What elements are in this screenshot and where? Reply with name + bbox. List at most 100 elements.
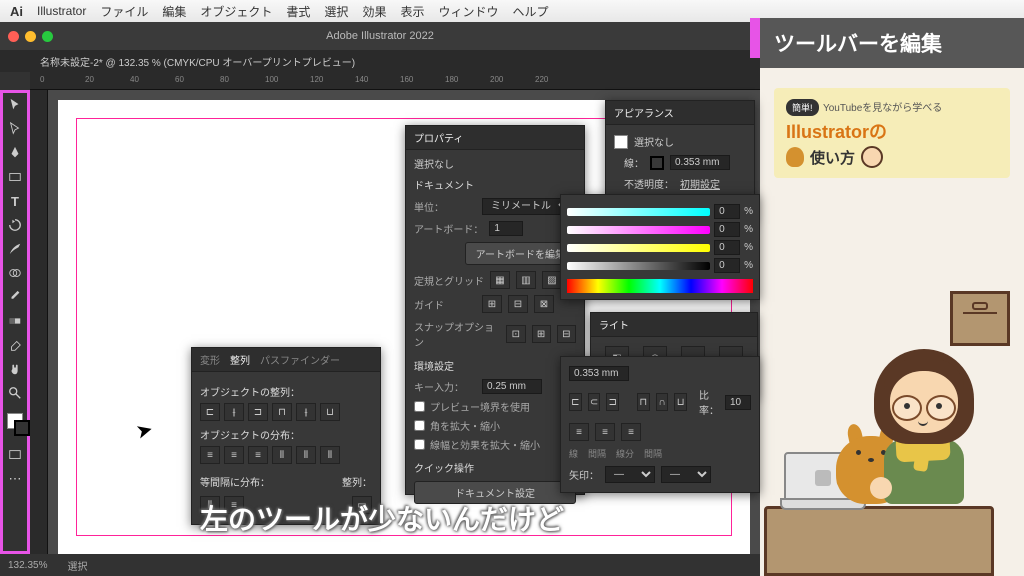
tab-properties[interactable]: プロパティ — [414, 130, 463, 145]
document-tab[interactable]: 名称未設定-2* @ 132.35 % (CMYK/CPU オーバープリントプレ… — [0, 50, 760, 72]
zoom-tool[interactable] — [3, 381, 27, 405]
dist-hcenter-icon[interactable]: ⦀ — [296, 446, 316, 464]
guide-show-icon[interactable]: ⊞ — [482, 295, 502, 313]
corner-bevel-icon[interactable]: ⊔ — [674, 393, 687, 411]
stroke-panel[interactable]: ⊏ ⊂ ⊐ ⊓ ∩ ⊔ 比率： ≡ ≡ ≡ 線 間隔 線分 間隔 — [560, 356, 760, 493]
prop-key-input[interactable] — [482, 379, 542, 394]
input-m[interactable] — [714, 222, 740, 237]
slider-m[interactable] — [567, 226, 710, 234]
chk-scale-strokes[interactable] — [414, 439, 425, 450]
pen-tool[interactable] — [3, 141, 27, 165]
input-y[interactable] — [714, 240, 740, 255]
eraser-tool[interactable] — [3, 333, 27, 357]
brush-tool[interactable] — [3, 237, 27, 261]
tutorial-sidebar: ツールバーを編集 簡単! YouTubeを見ながら学べる Illustrator… — [760, 0, 1024, 576]
guide-lock-icon[interactable]: ⊟ — [508, 295, 528, 313]
align-hcenter-icon[interactable]: ⫲ — [224, 403, 244, 421]
slider-c[interactable] — [567, 208, 710, 216]
status-zoom[interactable]: 132.35% — [8, 560, 47, 571]
stroke-swatch-icon[interactable] — [650, 156, 664, 170]
align-vcenter-icon[interactable]: ⫲ — [296, 403, 316, 421]
menu-effect[interactable]: 効果 — [362, 3, 386, 20]
color-spectrum[interactable] — [567, 279, 753, 293]
shape-builder-tool[interactable] — [3, 261, 27, 285]
close-icon[interactable] — [8, 31, 19, 42]
menu-type[interactable]: 書式 — [286, 3, 310, 20]
dist-right-icon[interactable]: ⦀ — [320, 446, 340, 464]
ruler-icon[interactable]: ▦ — [490, 271, 510, 289]
gradient-tool[interactable] — [3, 309, 27, 333]
rotate-tool[interactable] — [3, 213, 27, 237]
selection-tool[interactable] — [3, 93, 27, 117]
dist-vcenter-icon[interactable]: ≡ — [224, 446, 244, 464]
slider-k[interactable] — [567, 262, 710, 270]
align-top-icon[interactable]: ⊓ — [272, 403, 292, 421]
grid-icon[interactable]: ▥ — [516, 271, 536, 289]
screen-mode-tool[interactable] — [3, 443, 27, 467]
appear-swatch[interactable] — [614, 135, 628, 149]
dist-bottom-icon[interactable]: ≡ — [248, 446, 268, 464]
type-tool[interactable]: T — [3, 189, 27, 213]
snap-pixel-icon[interactable]: ⊟ — [557, 325, 576, 343]
cap-butt-icon[interactable]: ⊏ — [569, 393, 582, 411]
menu-help[interactable]: ヘルプ — [512, 3, 548, 20]
appear-opacity-value[interactable]: 初期設定 — [680, 176, 720, 191]
corner-round-icon[interactable]: ∩ — [656, 393, 669, 411]
edit-toolbar-button[interactable]: ⋯ — [3, 467, 27, 491]
tab-pathfinder[interactable]: パスファインダー — [260, 352, 340, 367]
cap-round-icon[interactable]: ⊂ — [588, 393, 601, 411]
dist-left-icon[interactable]: ⦀ — [272, 446, 292, 464]
menu-object[interactable]: オブジェクト — [200, 3, 272, 20]
stroke-width-input[interactable] — [569, 366, 629, 381]
input-k[interactable] — [714, 258, 740, 273]
tutorial-title-banner: ツールバーを編集 — [760, 18, 1024, 68]
arrow-start-select[interactable]: — — [605, 466, 655, 483]
arrow-label: 矢印： — [569, 467, 599, 482]
stroke-color[interactable] — [14, 420, 30, 436]
prop-artboard-input[interactable] — [489, 221, 523, 236]
menu-view[interactable]: 表示 — [400, 3, 424, 20]
hand-tool[interactable] — [3, 357, 27, 381]
maximize-icon[interactable] — [42, 31, 53, 42]
slider-y[interactable] — [567, 244, 710, 252]
align-stroke-outside-icon[interactable]: ≡ — [621, 423, 641, 441]
input-c[interactable] — [714, 204, 740, 219]
fill-stroke-control[interactable] — [3, 411, 27, 443]
dist-top-icon[interactable]: ≡ — [200, 446, 220, 464]
tab-transform[interactable]: 変形 — [200, 352, 220, 367]
status-selection: 選択 — [67, 558, 87, 573]
menu-window[interactable]: ウィンドウ — [438, 3, 498, 20]
tab-light[interactable]: ライト — [599, 317, 629, 332]
menu-select[interactable]: 選択 — [324, 3, 348, 20]
corner-miter-icon[interactable]: ⊓ — [637, 393, 650, 411]
properties-panel[interactable]: プロパティ 選択なし ドキュメント 単位： ミリメートル アートボード： アート… — [405, 125, 585, 495]
cap-projecting-icon[interactable]: ⊐ — [606, 393, 619, 411]
tab-align[interactable]: 整列 — [230, 352, 250, 367]
rectangle-tool[interactable] — [3, 165, 27, 189]
menu-file[interactable]: ファイル — [100, 3, 148, 20]
direct-selection-tool[interactable] — [3, 117, 27, 141]
chk-scale-corners[interactable] — [414, 420, 425, 431]
smart-guide-icon[interactable]: ⊠ — [534, 295, 554, 313]
chk-preview[interactable] — [414, 401, 425, 412]
stroke-ratio-input[interactable] — [725, 395, 751, 410]
align-stroke-inside-icon[interactable]: ≡ — [595, 423, 615, 441]
minimize-icon[interactable] — [25, 31, 36, 42]
ruler-vertical — [30, 90, 48, 554]
align-bottom-icon[interactable]: ⊔ — [320, 403, 340, 421]
appear-stroke-input[interactable] — [670, 155, 730, 170]
transparency-grid-icon[interactable]: ▨ — [542, 271, 562, 289]
prop-unit-select[interactable]: ミリメートル — [482, 198, 572, 215]
align-right-icon[interactable]: ⊐ — [248, 403, 268, 421]
arrow-end-select[interactable]: — — [661, 466, 711, 483]
align-stroke-center-icon[interactable]: ≡ — [569, 423, 589, 441]
align-left-icon[interactable]: ⊏ — [200, 403, 220, 421]
app-name[interactable]: Illustrator — [37, 4, 86, 18]
snap-point-icon[interactable]: ⊡ — [506, 325, 525, 343]
snap-grid-icon[interactable]: ⊞ — [532, 325, 551, 343]
menu-edit[interactable]: 編集 — [162, 3, 186, 20]
eyedropper-tool[interactable] — [3, 285, 27, 309]
color-panel[interactable]: % % % % — [560, 194, 760, 300]
tab-appearance[interactable]: アピアランス — [614, 105, 674, 120]
window-controls[interactable] — [8, 31, 53, 42]
